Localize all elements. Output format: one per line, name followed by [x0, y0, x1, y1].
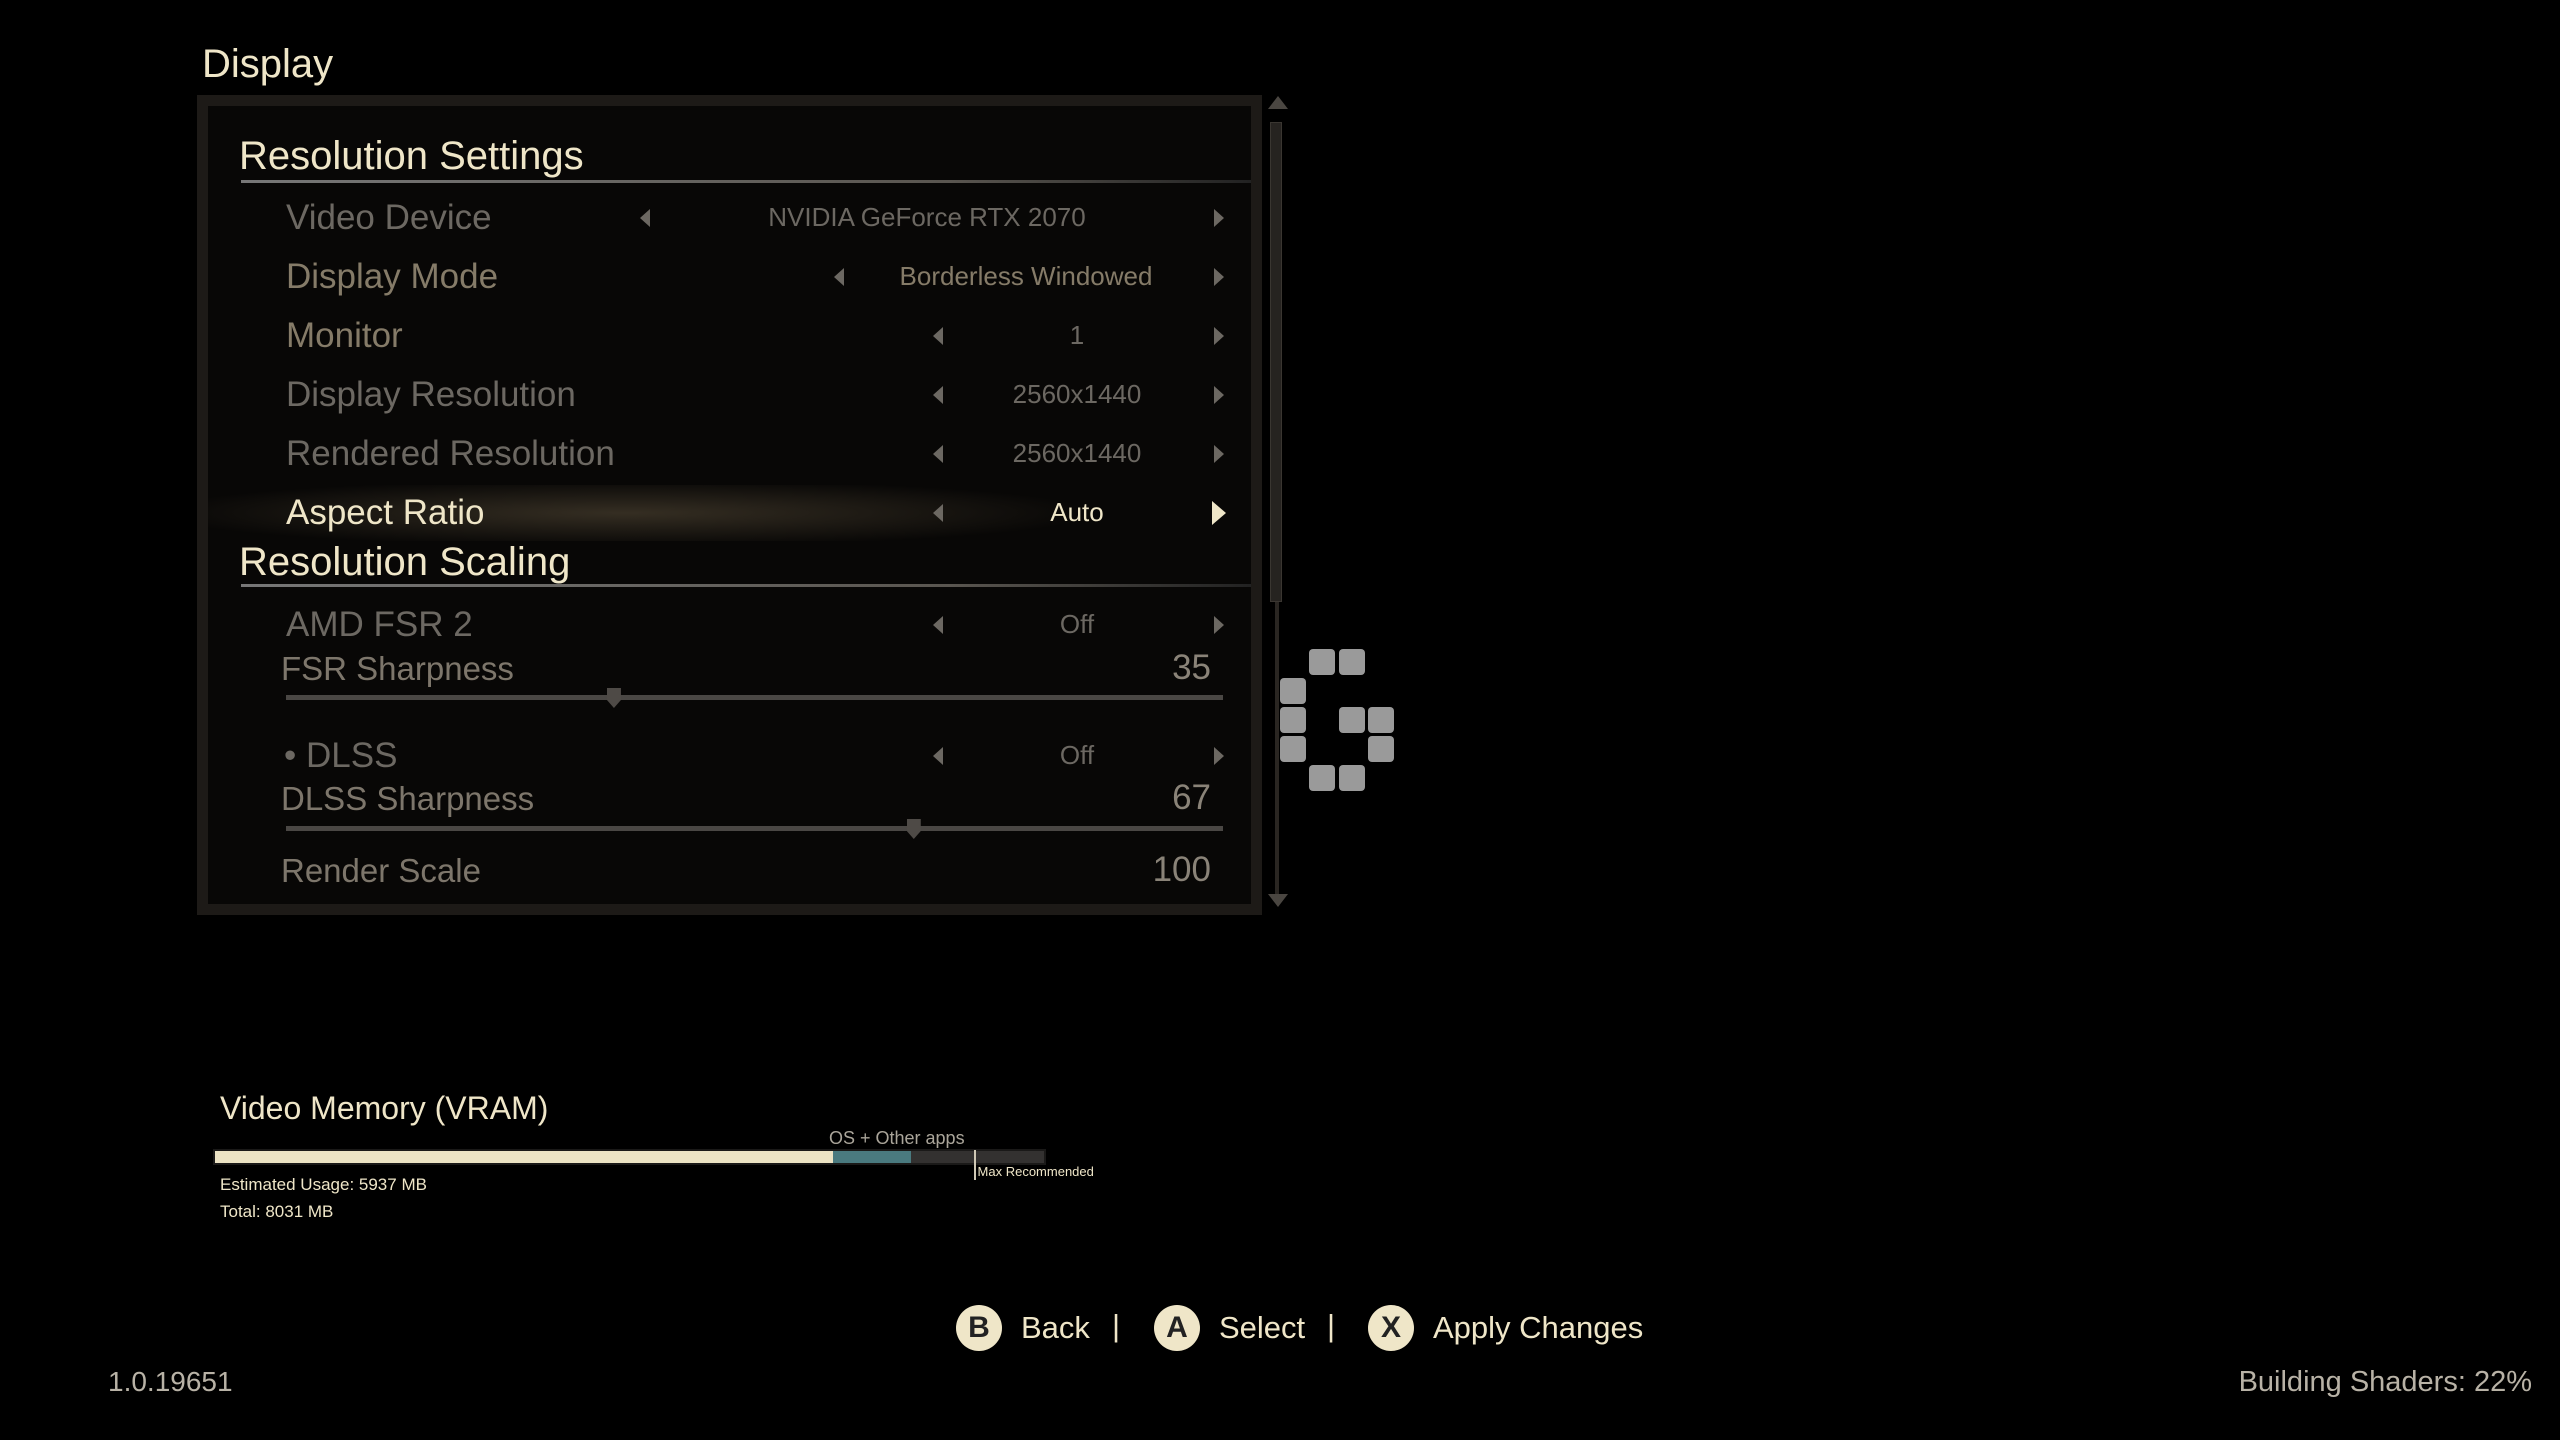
arrow-right-icon[interactable] [1214, 445, 1224, 463]
setting-value: Auto [1050, 497, 1104, 527]
arrow-left-icon[interactable] [640, 209, 650, 227]
setting-value: 2560x1440 [1012, 379, 1142, 409]
setting-label: Rendered Resolution [286, 434, 615, 473]
scrollbar-thumb[interactable] [1270, 122, 1282, 602]
dlss-sharpness-slider[interactable] [286, 819, 1223, 839]
setting-value: Borderless Windowed [899, 261, 1153, 291]
divider [241, 584, 1251, 587]
apply-changes-button[interactable]: Apply Changes [1433, 1310, 1643, 1346]
scroll-down-arrow-icon[interactable] [1268, 894, 1288, 907]
b-button-icon[interactable]: B [956, 1305, 1002, 1351]
vram-title: Video Memory (VRAM) [220, 1090, 549, 1126]
setting-label: Monitor [286, 316, 403, 355]
render-scale-value[interactable]: 100 [1153, 850, 1211, 890]
settings-panel: Resolution Settings Video Device NVIDIA … [197, 95, 1262, 915]
setting-amd-fsr-2[interactable]: AMD FSR 2 Off [208, 597, 1251, 653]
setting-video-device[interactable]: Video Device NVIDIA GeForce RTX 2070 [208, 190, 1251, 246]
setting-dlss[interactable]: • DLSS Off [208, 728, 1251, 784]
setting-value: Off [1059, 609, 1095, 639]
arrow-right-icon[interactable] [1214, 747, 1224, 765]
arrow-right-icon[interactable] [1214, 327, 1224, 345]
setting-value: 2560x1440 [1012, 438, 1142, 468]
slider-handle[interactable] [606, 688, 621, 708]
vram-max-marker [973, 1150, 976, 1180]
section-header-resolution-scaling: Resolution Scaling [239, 540, 571, 584]
page-title: Display [202, 42, 334, 86]
shader-status: Building Shaders: 22% [2238, 1366, 2532, 1398]
dlss-sharpness-label: DLSS Sharpness [281, 780, 535, 817]
vram-max-label: Max Recommended [977, 1164, 1094, 1179]
separator: | [1327, 1308, 1336, 1343]
setting-label: • DLSS [284, 736, 397, 776]
vram-os-fill [832, 1151, 911, 1163]
version-label: 1.0.19651 [108, 1366, 233, 1397]
back-button[interactable]: Back [1021, 1310, 1090, 1346]
setting-display-resolution[interactable]: Display Resolution 2560x1440 [208, 367, 1251, 423]
vram-os-label: OS + Other apps [829, 1128, 965, 1148]
vram-estimated: Estimated Usage: 5937 MB [220, 1175, 427, 1194]
render-scale-label: Render Scale [281, 852, 481, 889]
fsr-sharpness-label: FSR Sharpness [281, 650, 514, 687]
setting-value: NVIDIA GeForce RTX 2070 [768, 202, 1086, 232]
arrow-left-icon[interactable] [933, 747, 943, 765]
arrow-left-icon[interactable] [933, 327, 943, 345]
vram-total: Total: 8031 MB [220, 1202, 334, 1221]
arrow-left-icon[interactable] [933, 504, 943, 522]
setting-rendered-resolution[interactable]: Rendered Resolution 2560x1440 [208, 426, 1251, 482]
divider [241, 180, 1251, 183]
setting-value: 1 [1069, 320, 1085, 350]
bullet: • [284, 736, 297, 775]
x-button-icon[interactable]: X [1368, 1305, 1414, 1351]
arrow-left-icon[interactable] [834, 268, 844, 286]
arrow-right-icon[interactable] [1214, 268, 1224, 286]
setting-label: Display Resolution [286, 375, 576, 414]
setting-display-mode[interactable]: Display Mode Borderless Windowed [208, 249, 1251, 305]
vram-bar [213, 1149, 1046, 1165]
arrow-left-icon[interactable] [933, 445, 943, 463]
arrow-left-icon[interactable] [933, 616, 943, 634]
dlss-sharpness-value: 67 [1172, 778, 1211, 817]
setting-aspect-ratio[interactable]: Aspect Ratio Auto [208, 485, 1251, 541]
slider-handle[interactable] [906, 819, 921, 839]
arrow-right-icon[interactable] [1212, 501, 1226, 525]
setting-value: Off [1059, 740, 1095, 770]
arrow-right-icon[interactable] [1214, 209, 1224, 227]
select-button[interactable]: Select [1219, 1310, 1305, 1346]
setting-label: Aspect Ratio [286, 493, 485, 532]
setting-monitor[interactable]: Monitor 1 [208, 308, 1251, 364]
section-header-resolution-settings: Resolution Settings [239, 134, 584, 178]
setting-label: AMD FSR 2 [286, 605, 473, 644]
setting-label: Display Mode [286, 257, 499, 296]
dlss-label: DLSS [306, 736, 398, 775]
scroll-up-arrow-icon[interactable] [1268, 96, 1288, 109]
arrow-right-icon[interactable] [1214, 386, 1224, 404]
arrow-right-icon[interactable] [1214, 616, 1224, 634]
a-button-icon[interactable]: A [1154, 1305, 1200, 1351]
vram-usage-fill [215, 1151, 833, 1163]
setting-label: Video Device [286, 198, 492, 237]
fsr-sharpness-value: 35 [1172, 648, 1211, 687]
arrow-left-icon[interactable] [933, 386, 943, 404]
separator: | [1112, 1308, 1121, 1343]
fsr-sharpness-slider[interactable] [286, 688, 1223, 708]
